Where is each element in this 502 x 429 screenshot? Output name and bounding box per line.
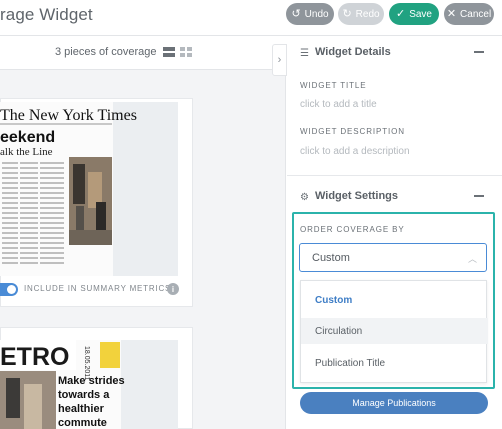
clipping-subhead: alk the Line [0, 146, 53, 158]
undo-icon: ↺ [291, 7, 301, 20]
grid-view-icon[interactable] [180, 46, 192, 58]
summary-metrics-row: INCLUDE IN SUMMARY METRICS i [0, 282, 180, 296]
chevron-right-icon: › [277, 54, 282, 66]
widget-settings-title: Widget Settings [315, 190, 399, 202]
manage-publications-button[interactable]: Manage Publications [300, 392, 488, 414]
list-view-icon[interactable] [163, 46, 175, 58]
collapse-section-icon[interactable] [474, 195, 484, 197]
clipping-section: eekend [0, 129, 55, 146]
option-circulation[interactable]: Circulation [301, 318, 488, 344]
section-divider [287, 175, 502, 176]
svg-text:towards a: towards a [58, 389, 110, 401]
widget-title-label: WIDGET TITLE [300, 81, 367, 90]
redo-label: Redo [355, 8, 380, 20]
collapse-section-icon[interactable] [474, 51, 484, 53]
clipping-masthead: ETRO [0, 343, 69, 371]
order-coverage-value: Custom [312, 252, 350, 264]
svg-text:commute: commute [58, 417, 107, 429]
info-icon[interactable]: i [167, 283, 179, 295]
widget-header: rage Widget ↺ Undo ↻ Redo ✓ Save ✕ Cance… [0, 0, 502, 36]
clipping-image[interactable]: The New York Times eekend alk the Line [0, 102, 178, 276]
page-title: rage Widget [0, 5, 93, 24]
option-custom[interactable]: Custom [301, 287, 488, 313]
widget-details-title: Widget Details [315, 46, 391, 58]
coverage-panel: 3 pieces of coverage › The New York Time… [0, 36, 287, 429]
order-coverage-label: ORDER COVERAGE BY [300, 225, 405, 234]
widget-description-label: WIDGET DESCRIPTION [300, 127, 405, 136]
svg-text:healthier: healthier [58, 403, 105, 415]
svg-text:Make strides: Make strides [58, 375, 125, 387]
collapse-panel-button[interactable]: › [272, 44, 287, 76]
coverage-count: 3 pieces of coverage [55, 46, 157, 58]
widget-settings-header[interactable]: ⚙ Widget Settings [287, 181, 502, 213]
order-coverage-select[interactable]: Custom ︿ [299, 243, 487, 272]
redo-button[interactable]: ↻ Redo [338, 3, 384, 25]
close-icon: ✕ [446, 7, 457, 20]
widget-title-field[interactable]: click to add a title [300, 99, 377, 110]
cancel-button[interactable]: ✕ Cancel [444, 3, 494, 25]
redo-icon: ↻ [342, 7, 352, 20]
summary-metrics-toggle[interactable] [0, 283, 18, 296]
save-button[interactable]: ✓ Save [389, 3, 439, 25]
check-icon: ✓ [395, 7, 406, 20]
undo-label: Undo [304, 8, 329, 20]
clipping-image[interactable]: ETRO 18.05.2011 Make strides towards a h… [0, 340, 178, 429]
save-label: Save [409, 8, 432, 20]
chevron-up-icon: ︿ [467, 254, 477, 264]
list-icon: ☰ [300, 48, 309, 59]
newspaper-clipping-nyt: The New York Times eekend alk the Line [0, 102, 137, 276]
order-coverage-dropdown: Custom Circulation Publication Title [300, 280, 488, 383]
newspaper-clipping-metro: ETRO 18.05.2011 Make strides towards a h… [0, 340, 125, 429]
widget-description-field[interactable]: click to add a description [300, 146, 410, 157]
gear-icon: ⚙ [300, 192, 309, 203]
clipping-masthead: The New York Times [0, 107, 137, 124]
cancel-label: Cancel [460, 8, 492, 20]
undo-button[interactable]: ↺ Undo [286, 3, 334, 25]
summary-metrics-label: INCLUDE IN SUMMARY METRICS [24, 284, 172, 293]
widget-details-header[interactable]: ☰ Widget Details [287, 37, 502, 69]
widget-sidebar: ☰ Widget Details WIDGET TITLE click to a… [287, 36, 502, 429]
option-publication-title[interactable]: Publication Title [301, 350, 488, 376]
coverage-toolbar: 3 pieces of coverage [0, 36, 286, 70]
